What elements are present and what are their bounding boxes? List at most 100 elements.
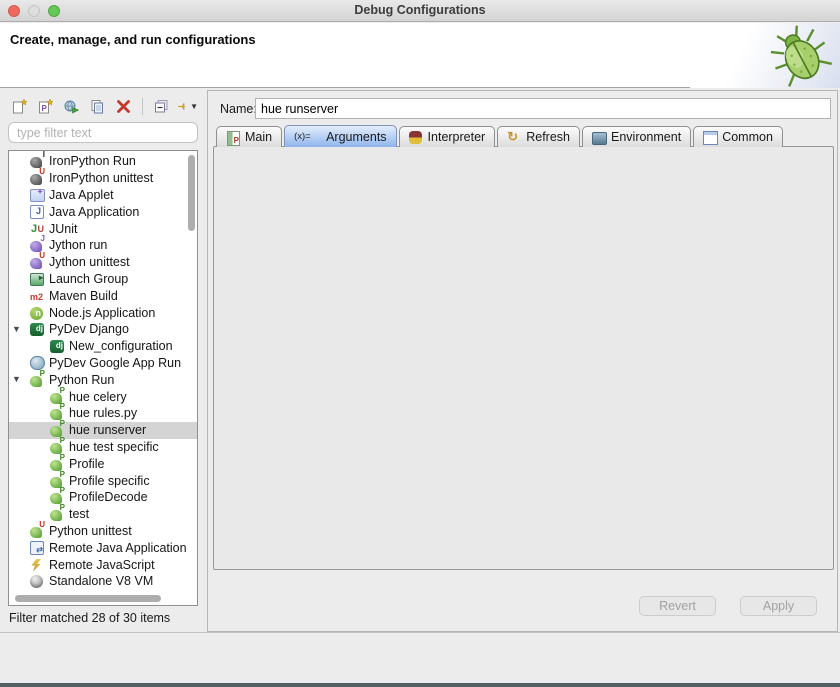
tree-item-launch-group[interactable]: Launch Group bbox=[9, 271, 197, 288]
tab-interpreter[interactable]: Interpreter bbox=[399, 126, 496, 147]
export-globe-icon bbox=[63, 98, 80, 115]
python-run-icon bbox=[49, 457, 66, 471]
jython-unittest-icon bbox=[29, 255, 46, 269]
tree-item-profile[interactable]: Profile bbox=[9, 455, 197, 472]
tree-item-profiledecode[interactable]: ProfileDecode bbox=[9, 489, 197, 506]
header-banner: Create, manage, and run configurations bbox=[0, 23, 840, 88]
tree-item-label: PyDev Django bbox=[49, 322, 129, 336]
tree-item-python-unittest[interactable]: Python unittest bbox=[9, 523, 197, 540]
expander-icon[interactable]: ▼ bbox=[12, 374, 24, 384]
titlebar: Debug Configurations bbox=[0, 0, 840, 22]
tree-item-label: Standalone V8 VM bbox=[49, 574, 153, 588]
tree-horizontal-scrollbar[interactable] bbox=[15, 595, 161, 602]
python-run-icon bbox=[49, 440, 66, 454]
tab-main[interactable]: Main bbox=[216, 126, 282, 147]
dropdown-caret-icon: ▼ bbox=[190, 102, 198, 111]
tree-item-label: hue runserver bbox=[69, 423, 146, 437]
tree-item-python-run[interactable]: ▼Python Run bbox=[9, 371, 197, 388]
tab-label: Interpreter bbox=[428, 130, 486, 144]
window-title: Debug Configurations bbox=[0, 3, 840, 17]
tree-item-label: JUnit bbox=[49, 222, 77, 236]
filter-options-button[interactable]: ▼ bbox=[176, 95, 199, 117]
tree-item-label: Profile specific bbox=[69, 474, 150, 488]
tree-vertical-scrollbar[interactable] bbox=[188, 155, 195, 231]
tab-label: Main bbox=[245, 130, 272, 144]
duplicate-configuration-button[interactable] bbox=[86, 95, 109, 117]
tab-arguments[interactable]: Arguments bbox=[284, 125, 396, 147]
launch-group-icon bbox=[29, 272, 46, 286]
tree-item-java-applet[interactable]: Java Applet bbox=[9, 187, 197, 204]
django-icon bbox=[29, 322, 46, 336]
tree-item-jython-run[interactable]: Jython run bbox=[9, 237, 197, 254]
tree-item-maven-build[interactable]: Maven Build bbox=[9, 287, 197, 304]
maven-build-icon bbox=[29, 289, 46, 303]
tree-item-test[interactable]: test bbox=[9, 506, 197, 523]
name-input[interactable] bbox=[255, 98, 831, 119]
arguments-tab-panel bbox=[213, 146, 834, 570]
arguments-tab-icon bbox=[294, 130, 321, 143]
tree-item-remote-java-application[interactable]: Remote Java Application bbox=[9, 539, 197, 556]
collapse-all-button[interactable] bbox=[150, 95, 173, 117]
tree-item-ironpython-unittest[interactable]: IronPython unittest bbox=[9, 170, 197, 187]
v8-vm-icon bbox=[29, 574, 46, 588]
tab-environment[interactable]: Environment bbox=[582, 126, 691, 147]
tree-rows: IronPython Run IronPython unittest Java Ap… bbox=[9, 153, 197, 590]
tree-item-junit[interactable]: JUnit bbox=[9, 220, 197, 237]
tree-item-label: hue test specific bbox=[69, 440, 159, 454]
tree-item-label: Jython unittest bbox=[49, 255, 130, 269]
collapse-all-icon bbox=[153, 98, 170, 115]
new-prototype-icon: P bbox=[37, 98, 54, 115]
tree-item-profile-specific[interactable]: Profile specific bbox=[9, 472, 197, 489]
tree-item-new-configuration[interactable]: New_configuration bbox=[9, 338, 197, 355]
tree-item-label: test bbox=[69, 507, 89, 521]
name-label: Name: bbox=[220, 102, 257, 116]
tab-common[interactable]: Common bbox=[693, 126, 783, 147]
tree-item-node-js-application[interactable]: Node.js Application bbox=[9, 304, 197, 321]
tree-item-pydev-django[interactable]: ▼ PyDev Django bbox=[9, 321, 197, 338]
tab-label: Arguments bbox=[326, 130, 386, 144]
tab-label: Common bbox=[722, 130, 773, 144]
tree-item-hue-celery[interactable]: hue celery bbox=[9, 388, 197, 405]
tree-item-ironpython-run[interactable]: IronPython Run bbox=[9, 153, 197, 170]
tree-item-label: hue rules.py bbox=[69, 406, 137, 420]
tree-item-hue-rules-py[interactable]: hue rules.py bbox=[9, 405, 197, 422]
tree-item-java-application[interactable]: Java Application bbox=[9, 203, 197, 220]
tree-item-label: Profile bbox=[69, 457, 104, 471]
common-tab-icon bbox=[703, 131, 717, 144]
tree-item-label: New_configuration bbox=[69, 339, 173, 353]
tree-item-jython-unittest[interactable]: Jython unittest bbox=[9, 254, 197, 271]
new-prototype-button[interactable]: P bbox=[34, 95, 57, 117]
footer: ? Close Debug bbox=[0, 633, 840, 683]
java-application-icon bbox=[29, 205, 46, 219]
export-configurations-button[interactable] bbox=[60, 95, 83, 117]
expander-icon[interactable]: ▼ bbox=[12, 324, 24, 334]
tree-item-label: Node.js Application bbox=[49, 306, 155, 320]
refresh-tab-icon bbox=[507, 131, 521, 144]
tree-item-remote-javascript[interactable]: Remote JavaScript bbox=[9, 556, 197, 573]
tree-item-pydev-google-app-run[interactable]: PyDev Google App Run bbox=[9, 355, 197, 372]
delete-configuration-button[interactable] bbox=[112, 95, 135, 117]
tree-item-label: Maven Build bbox=[49, 289, 118, 303]
tree-item-hue-test-specific[interactable]: hue test specific bbox=[9, 439, 197, 456]
toolbar-separator bbox=[142, 98, 143, 115]
apply-button: Apply bbox=[740, 596, 817, 616]
tree-item-label: IronPython Run bbox=[49, 154, 136, 168]
tree-item-label: Java Application bbox=[49, 205, 139, 219]
tab-label: Refresh bbox=[526, 130, 570, 144]
python-unittest-icon bbox=[29, 524, 46, 538]
tree-item-label: Jython run bbox=[49, 238, 107, 252]
filter-input[interactable] bbox=[8, 122, 198, 143]
tree-item-label: Java Applet bbox=[49, 188, 114, 202]
tree-item-label: PyDev Google App Run bbox=[49, 356, 181, 370]
pydev-gae-icon bbox=[29, 356, 46, 370]
tree-item-hue-runserver[interactable]: hue runserver bbox=[9, 422, 197, 439]
tree-item-label: Remote JavaScript bbox=[49, 558, 155, 572]
tree-item-standalone-v8-vm[interactable]: Standalone V8 VM bbox=[9, 573, 197, 590]
configurations-toolbar: P bbox=[8, 94, 200, 118]
tree-item-label: ProfileDecode bbox=[69, 490, 148, 504]
tab-label: Environment bbox=[611, 130, 681, 144]
delete-x-icon bbox=[115, 98, 132, 115]
tree-item-label: IronPython unittest bbox=[49, 171, 153, 185]
tab-refresh[interactable]: Refresh bbox=[497, 126, 580, 147]
new-configuration-button[interactable] bbox=[8, 95, 31, 117]
